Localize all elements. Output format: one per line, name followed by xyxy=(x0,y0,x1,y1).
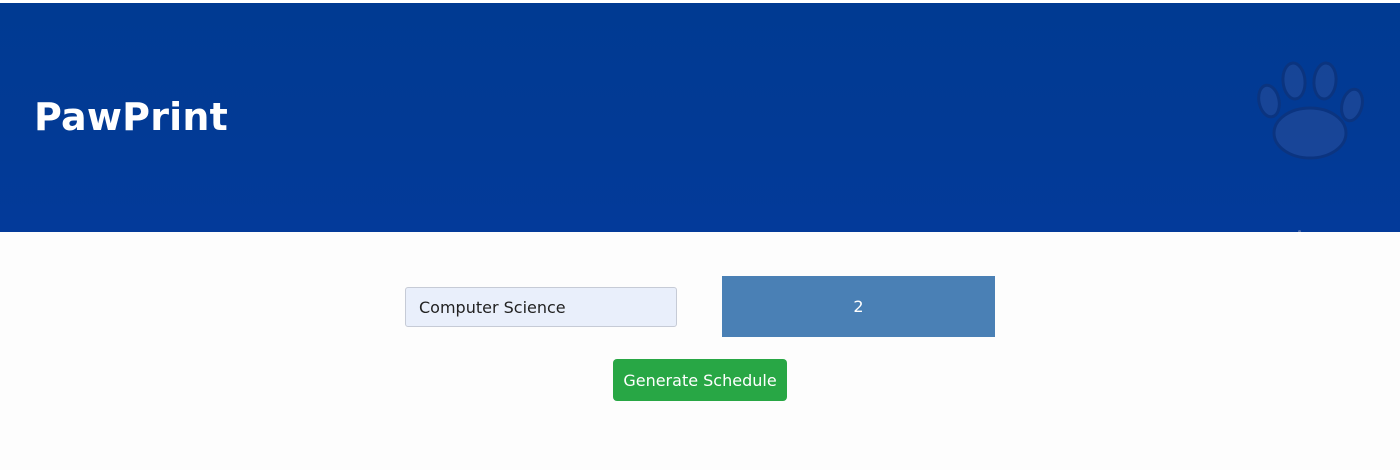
main-content: 2 Generate Schedule xyxy=(0,232,1400,470)
semester-select[interactable]: 2 xyxy=(722,276,995,337)
major-input[interactable] xyxy=(405,287,677,327)
semester-select-value: 2 xyxy=(853,297,864,316)
generate-schedule-button[interactable]: Generate Schedule xyxy=(613,359,787,401)
paw-print-icon xyxy=(1257,61,1364,160)
app-title: PawPrint xyxy=(34,95,229,139)
header-banner: PawPrint xyxy=(0,3,1400,232)
